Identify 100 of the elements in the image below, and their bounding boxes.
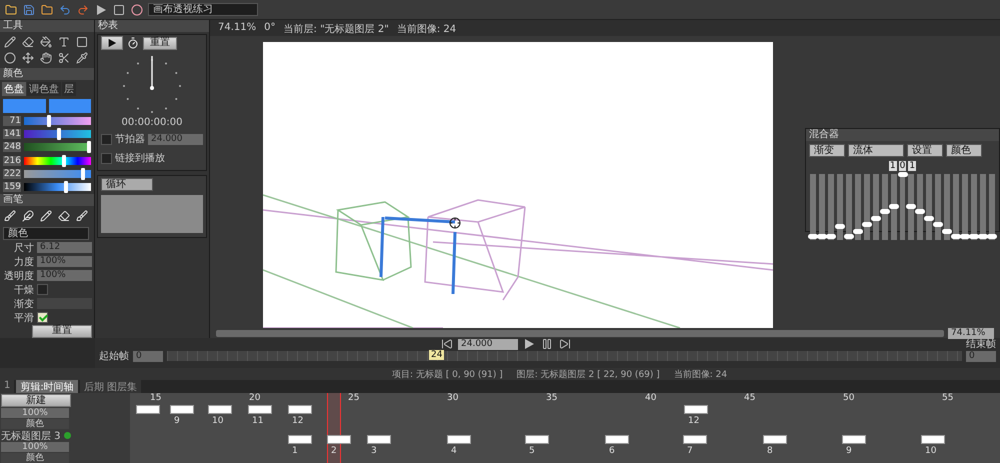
fader-track[interactable] [810,174,816,240]
fader-knob[interactable] [906,204,916,209]
folder-icon[interactable] [40,2,54,16]
fader-knob[interactable] [888,204,899,209]
fader-knob[interactable] [880,209,890,214]
checkbox[interactable] [101,134,112,144]
square-icon[interactable] [112,2,126,16]
fader-track[interactable] [900,174,906,240]
frame-thumbnail[interactable] [327,435,351,444]
opacity-field[interactable]: 100% [1,408,69,418]
color-slider[interactable] [24,130,91,138]
fader-knob[interactable] [951,234,962,239]
fader-knob[interactable] [826,234,836,239]
mixer-dropdown[interactable]: 颜色 [946,144,982,157]
fader-track[interactable] [989,174,996,240]
fader-knob[interactable] [924,216,934,221]
eyedropper-icon[interactable] [75,51,89,65]
color-slider[interactable] [24,156,91,165]
skip-forward-icon[interactable] [558,337,572,351]
new-layer-button[interactable]: 新建 [1,394,71,407]
fader-track[interactable] [926,174,932,240]
fader-knob[interactable] [844,234,854,239]
mixer-dropdown[interactable]: 渐变 [809,144,845,157]
fader-track[interactable] [908,174,914,240]
visibility-dot[interactable] [64,432,71,439]
panel-tab[interactable]: 1 [0,380,14,393]
fader-knob[interactable] [852,229,863,234]
fader-track[interactable] [890,174,897,240]
fps-field[interactable]: 24.000 [458,338,518,350]
color-slider[interactable] [24,170,91,178]
fader-track[interactable] [980,174,986,240]
current-frame-marker[interactable]: 24 [429,350,444,360]
fader-knob[interactable] [834,224,845,229]
fader-track[interactable] [953,174,960,240]
color-slider[interactable] [24,116,91,125]
panel-tab[interactable]: 层 [62,82,76,96]
fader-track[interactable] [944,174,950,240]
reset-button[interactable]: 重置 [32,324,92,338]
frame-thumbnail[interactable] [684,405,708,414]
fader-knob[interactable] [987,234,998,239]
color-slider[interactable] [24,183,91,192]
frame-thumbnail[interactable] [208,405,232,414]
mixer-dropdown[interactable]: 流体 [848,144,904,157]
fader-track[interactable] [971,174,978,240]
checkbox[interactable] [101,152,112,164]
play-button[interactable] [101,36,123,50]
frame-ruler[interactable]: 24 [167,351,962,361]
fader-track[interactable] [854,174,861,240]
frame-thumbnail[interactable] [367,435,391,444]
square-icon[interactable] [75,35,89,49]
zoom-field[interactable]: 74.11% [948,328,994,338]
circle-icon[interactable] [3,51,17,65]
panel-tab[interactable]: 色盘 [2,82,26,96]
undo-icon[interactable] [58,2,72,16]
fader-track[interactable] [828,174,834,240]
pencil-icon[interactable] [39,208,53,223]
panel-tab[interactable]: 后期 图层集 [80,380,141,393]
preset-dropdown[interactable]: 画布透视练习 [148,3,258,16]
fader-knob[interactable] [870,216,881,221]
blend-mode[interactable]: 颜色 [1,453,69,463]
brush-icon[interactable] [3,208,17,223]
slider-thumb[interactable] [86,141,91,154]
slider-thumb[interactable] [47,114,52,127]
eraser-icon[interactable] [57,208,71,223]
circle-icon[interactable] [130,2,144,16]
slider-thumb[interactable] [56,128,61,140]
layer-name[interactable]: 无标题图层 3 [1,428,61,442]
fader-track[interactable] [882,174,888,240]
frame-thumbnail[interactable] [921,435,945,444]
pencil-icon[interactable] [3,35,17,49]
scissors-icon[interactable] [57,51,71,65]
fader-track[interactable] [846,174,852,240]
feather-icon[interactable] [21,208,35,223]
frame-thumbnail[interactable] [288,435,312,444]
color-slider[interactable] [24,143,91,152]
fader-track[interactable] [818,174,825,240]
stopwatch-icon[interactable] [126,36,140,50]
frame-thumbnail[interactable] [525,435,549,444]
move-icon[interactable] [21,51,35,65]
fader-knob[interactable] [915,209,926,214]
fader-track[interactable] [935,174,942,240]
blend-mode[interactable]: 颜色 [1,419,69,429]
pause-icon[interactable] [540,337,554,351]
fader-track[interactable] [836,174,843,240]
paint-bucket-icon[interactable] [39,35,53,49]
panel-tab[interactable]: 调色盘 [27,82,61,96]
frame-thumbnail[interactable] [170,405,194,414]
checkbox[interactable] [37,312,48,324]
slider-thumb[interactable] [80,168,85,180]
fader-knob[interactable] [933,222,944,228]
hand-icon[interactable] [39,51,53,65]
checkbox[interactable] [37,284,48,296]
panel-tab[interactable]: 剪辑:时间轴 [16,380,78,393]
horizontal-scrollbar[interactable] [216,330,944,336]
frame-thumbnail[interactable] [288,405,312,414]
frame-thumbnail[interactable] [683,435,707,444]
color-swatch[interactable] [48,99,91,113]
eraser-icon[interactable] [21,35,35,49]
frame-thumbnail[interactable] [136,405,160,414]
frame-thumbnail[interactable] [248,405,272,414]
